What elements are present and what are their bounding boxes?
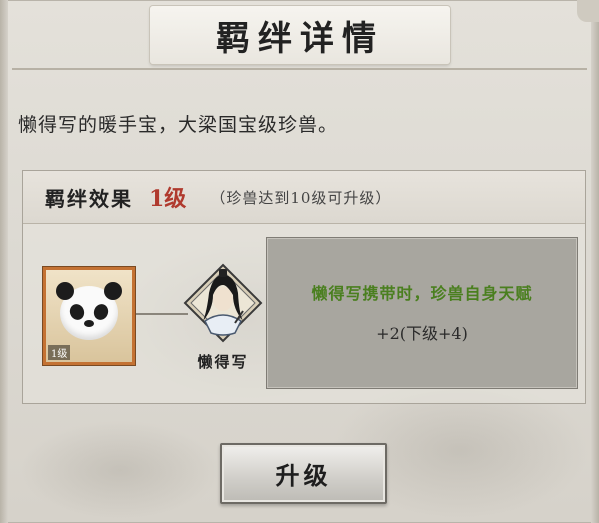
bond-link-line: [136, 313, 188, 315]
bond-level: 1级: [149, 186, 187, 212]
character-name: 懒得写: [197, 353, 249, 371]
title-divider: [12, 68, 587, 70]
upgrade-hint: （珍兽达到10级可升级）: [210, 188, 392, 207]
bond-effect-panel: 羁绊效果 1级 （珍兽达到10级可升级） 1级 懒得写 懒得写携带时，珍兽自身天…: [22, 170, 586, 404]
dialog-frame: 羁绊详情 懒得写的暖手宝，大梁国宝级珍兽。 羁绊效果 1级 （珍兽达到10级可升…: [0, 0, 599, 523]
pet-card[interactable]: 1级: [43, 267, 135, 365]
effect-description: 懒得写携带时，珍兽自身天赋: [311, 284, 533, 303]
panda-icon: [56, 282, 122, 340]
bond-effect-label: 羁绊效果: [45, 186, 133, 211]
pet-description: 懒得写的暖手宝，大梁国宝级珍兽。: [18, 114, 339, 136]
close-icon[interactable]: [577, 0, 599, 22]
dialog-title: 羁绊详情: [216, 18, 384, 59]
ink-wash-decoration: [20, 420, 220, 520]
frame-left-edge: [0, 0, 8, 523]
bond-effect-box: 懒得写携带时，珍兽自身天赋 +2(下级+4): [266, 237, 578, 389]
pet-level-badge: 1级: [48, 345, 71, 360]
bond-effect-header: 羁绊效果 1级 （珍兽达到10级可升级）: [23, 171, 585, 224]
upgrade-button-label: 升级: [275, 461, 332, 490]
effect-value: +2(下级+4): [376, 324, 468, 343]
upgrade-button[interactable]: 升级: [220, 443, 387, 504]
swordsman-portrait-icon[interactable]: [183, 263, 263, 343]
frame-right-edge: [591, 0, 599, 523]
title-banner: 羁绊详情: [150, 6, 450, 64]
